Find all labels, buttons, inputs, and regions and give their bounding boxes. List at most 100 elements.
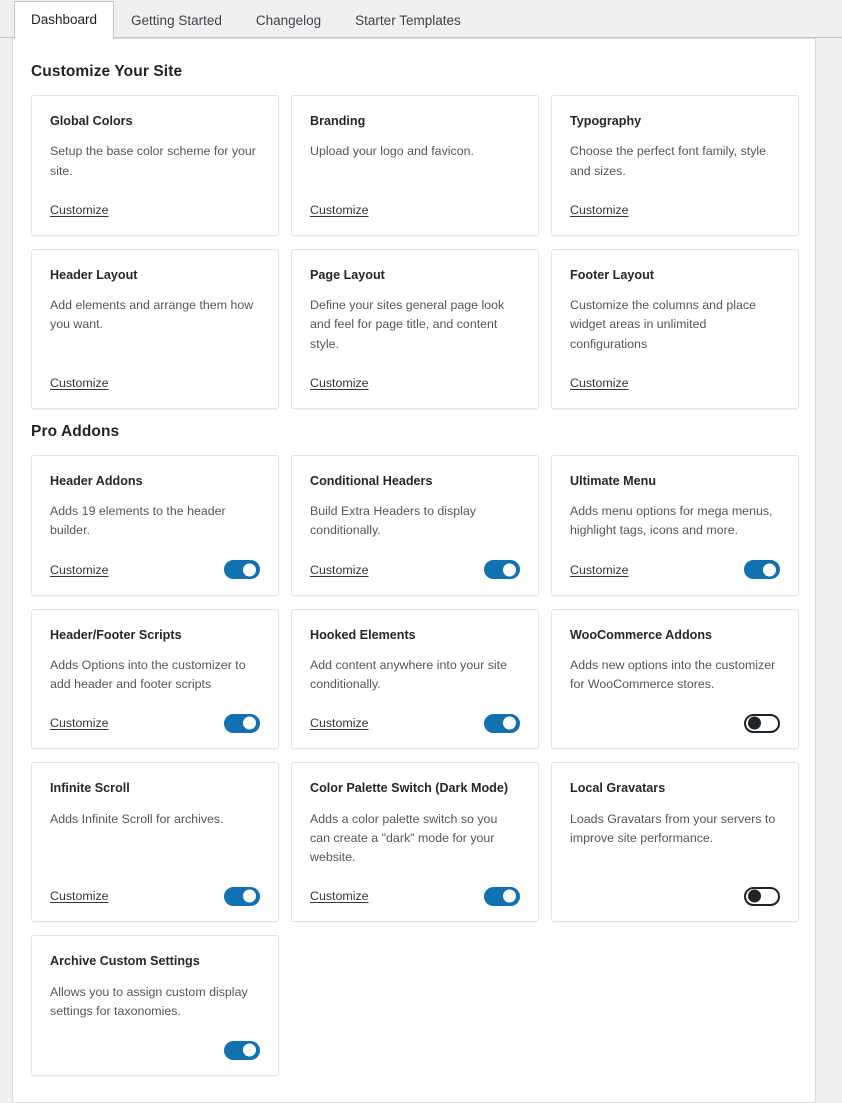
- card-description: Add content anywhere into your site cond…: [310, 657, 507, 692]
- card-footer: Customize: [310, 885, 520, 907]
- card-footer: Customize: [50, 885, 260, 907]
- toggle-knob: [748, 889, 761, 903]
- addon-toggle-switch[interactable]: [744, 886, 780, 906]
- card: Ultimate Menu Adds menu options for mega …: [551, 454, 799, 596]
- customize-link[interactable]: Customize: [310, 563, 369, 577]
- toggle-knob: [243, 889, 256, 903]
- customize-link[interactable]: Customize: [310, 716, 369, 730]
- card: WooCommerce Addons Adds new options into …: [551, 608, 799, 750]
- card-footer: Customize: [570, 372, 780, 394]
- card-footer: Customize: [50, 372, 260, 394]
- card-description: Adds a color palette switch so you can c…: [310, 811, 498, 865]
- customize-link[interactable]: Customize: [50, 889, 109, 903]
- customize-link[interactable]: Customize: [310, 203, 369, 217]
- customize-link[interactable]: Customize: [50, 716, 109, 730]
- addon-toggle-switch[interactable]: [744, 713, 780, 733]
- card: Header Layout Add elements and arrange th…: [31, 248, 279, 409]
- card-title: Footer Layout: [570, 267, 654, 282]
- card: Typography Choose the perfect font family…: [551, 95, 799, 236]
- card-title: Header Addons: [50, 473, 143, 488]
- card-footer: Customize: [310, 559, 520, 581]
- card-title: Branding: [310, 114, 366, 128]
- card-description: Upload your logo and favicon.: [310, 144, 474, 159]
- section-title: Pro Addons: [31, 422, 120, 440]
- card-title: Local Gravatars: [570, 781, 666, 796]
- card: Hooked Elements Add content anywhere into…: [291, 608, 539, 750]
- card-footer: Customize: [310, 712, 520, 734]
- card-grid: Global Colors Setup the base color scheme…: [31, 95, 799, 409]
- customize-link[interactable]: Customize: [50, 563, 109, 577]
- card: Color Palette Switch (Dark Mode) Adds a c…: [291, 762, 539, 923]
- toggle-knob: [503, 889, 516, 903]
- card-description: Adds 19 elements to the header builder.: [50, 504, 226, 538]
- toggle-knob: [243, 1043, 256, 1057]
- card-title: Conditional Headers: [310, 473, 433, 488]
- customize-link[interactable]: Customize: [50, 203, 109, 217]
- card-description: Allows you to assign custom display sett…: [50, 984, 248, 1018]
- card-description: Add elements and arrange them how you wa…: [50, 298, 254, 332]
- addon-toggle-switch[interactable]: [484, 713, 520, 733]
- section-customize-your-site: Customize Your Site Global Colors Setup th…: [31, 63, 799, 409]
- card-description: Adds new options into the customizer for…: [570, 657, 776, 692]
- section-pro-addons: Pro Addons Header Addons Adds 19 elements …: [31, 422, 799, 1077]
- card-footer: Customize: [50, 559, 260, 581]
- card-footer: Customize: [570, 559, 780, 581]
- toggle-knob: [503, 563, 516, 577]
- card: Conditional Headers Build Extra Headers t…: [291, 454, 539, 596]
- card-title: Page Layout: [310, 267, 385, 282]
- dashboard-panel: Customize Your Site Global Colors Setup th…: [12, 38, 816, 1103]
- tab-starter-templates[interactable]: Starter Templates: [338, 2, 478, 40]
- tab-getting-started[interactable]: Getting Started: [114, 2, 239, 40]
- card-footer: Customize: [50, 199, 260, 221]
- toggle-knob: [748, 716, 761, 730]
- card: Local Gravatars Loads Gravatars from your…: [551, 762, 799, 923]
- toggle-knob: [763, 563, 776, 577]
- card-description: Loads Gravatars from your servers to imp…: [570, 811, 776, 845]
- card: Global Colors Setup the base color scheme…: [31, 95, 279, 236]
- tab-dashboard[interactable]: Dashboard: [14, 0, 115, 39]
- customize-link[interactable]: Customize: [50, 376, 109, 390]
- tab-bar: Dashboard Getting Started Changelog Starter…: [0, 0, 842, 40]
- customize-link[interactable]: Customize: [310, 889, 369, 903]
- card-footer: Customize: [310, 372, 520, 394]
- tab-changelog[interactable]: Changelog: [239, 2, 338, 40]
- card-title: Header Layout: [50, 267, 138, 282]
- card: Branding Upload your logo and favicon. Cus…: [291, 95, 539, 236]
- card-description: Adds menu options for mega menus, highli…: [570, 504, 773, 538]
- addon-toggle-switch[interactable]: [484, 560, 520, 580]
- card: Infinite Scroll Adds Infinite Scroll for …: [31, 762, 279, 923]
- card-footer: Customize: [570, 199, 780, 221]
- card-description: Adds Options into the customizer to add …: [50, 657, 246, 692]
- page-wrapper: Customize Your Site Global Colors Setup th…: [0, 38, 842, 1103]
- card-description: Choose the perfect font family, style an…: [570, 144, 767, 178]
- addon-toggle-switch[interactable]: [484, 886, 520, 906]
- addon-toggle-switch[interactable]: [744, 560, 780, 580]
- addon-toggle-switch[interactable]: [224, 713, 260, 733]
- card-title: Hooked Elements: [310, 627, 416, 642]
- card: Footer Layout Customize the columns and p…: [551, 248, 799, 409]
- card-title: Typography: [570, 114, 642, 128]
- card-title: Ultimate Menu: [570, 473, 657, 488]
- customize-link[interactable]: Customize: [570, 376, 629, 390]
- section-title: Customize Your Site: [31, 63, 183, 80]
- customize-link[interactable]: Customize: [570, 203, 629, 217]
- addon-toggle-switch[interactable]: [224, 1040, 260, 1060]
- customize-link[interactable]: Customize: [310, 376, 369, 390]
- toggle-knob: [243, 563, 256, 577]
- toggle-knob: [503, 716, 516, 730]
- card-title: Infinite Scroll: [50, 781, 130, 796]
- card: Header Addons Adds 19 elements to the hea…: [31, 454, 279, 596]
- addon-toggle-switch[interactable]: [224, 886, 260, 906]
- card-title: Header/Footer Scripts: [50, 627, 182, 642]
- card-title: Color Palette Switch (Dark Mode): [310, 781, 509, 796]
- card-title: WooCommerce Addons: [570, 627, 713, 642]
- addon-toggle-switch[interactable]: [224, 560, 260, 580]
- card-footer: Customize: [50, 712, 260, 734]
- card: Header/Footer Scripts Adds Options into t…: [31, 608, 279, 750]
- card-footer: [570, 712, 780, 734]
- toggle-knob: [243, 716, 256, 730]
- card-footer: Customize: [310, 199, 520, 221]
- card-description: Customize the columns and place widget a…: [570, 298, 756, 351]
- card-title: Archive Custom Settings: [50, 954, 200, 969]
- customize-link[interactable]: Customize: [570, 563, 629, 577]
